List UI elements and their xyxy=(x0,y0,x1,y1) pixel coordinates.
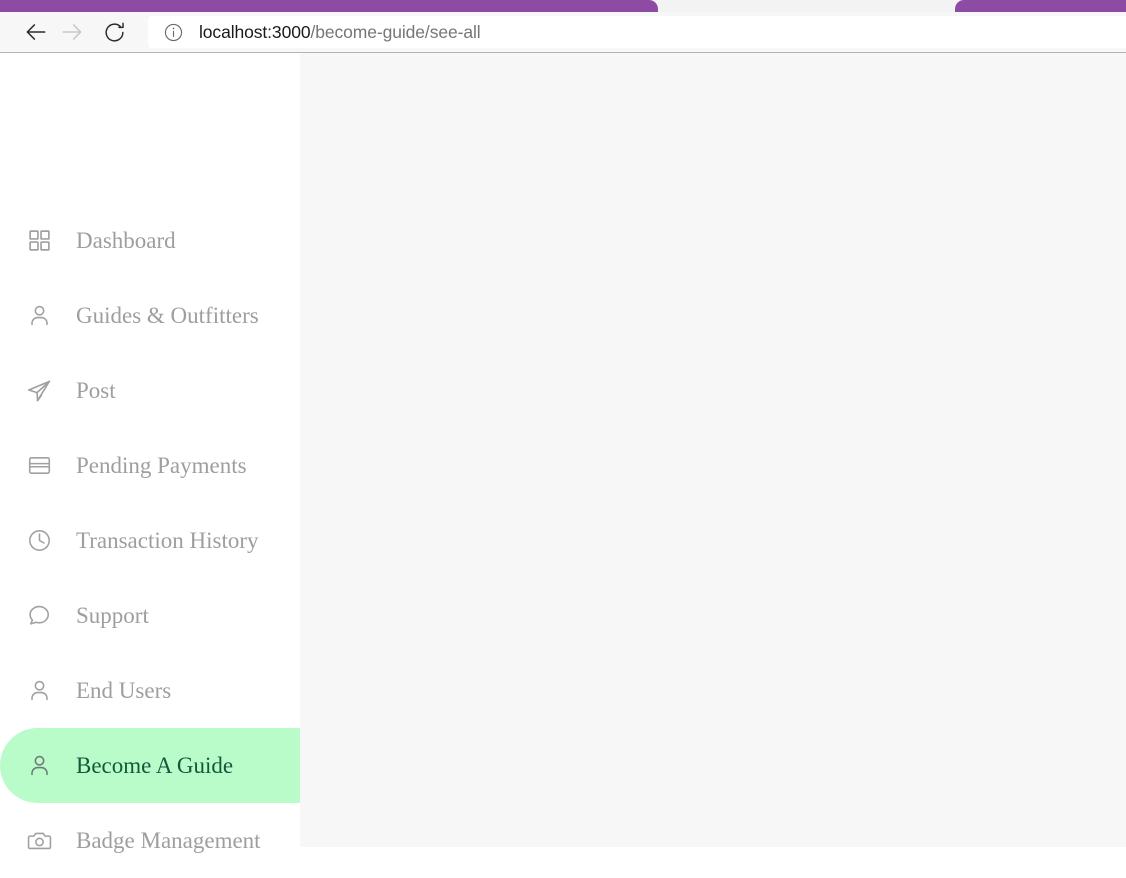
address-bar[interactable]: localhost:3000/become-guide/see-all xyxy=(148,16,1126,48)
reload-button[interactable] xyxy=(96,14,132,50)
sidebar-item-badge-management[interactable]: Badge Management xyxy=(0,803,300,878)
sidebar-item-transaction-history[interactable]: Transaction History xyxy=(0,503,300,578)
send-icon xyxy=(24,376,54,406)
sidebar-item-post[interactable]: Post xyxy=(0,353,300,428)
browser-toolbar: localhost:3000/become-guide/see-all xyxy=(0,12,1126,53)
main-content-area xyxy=(300,53,1126,847)
sidebar-item-label: Transaction History xyxy=(76,528,259,553)
user-icon xyxy=(24,751,54,781)
sidebar-item-guides-outfitters[interactable]: Guides & Outfitters xyxy=(0,278,300,353)
browser-tab-strip xyxy=(0,0,1126,12)
sidebar-item-end-users[interactable]: End Users xyxy=(0,653,300,728)
sidebar-item-label: Post xyxy=(76,378,116,403)
sidebar-item-label: Guides & Outfitters xyxy=(76,303,259,328)
camera-icon xyxy=(24,826,54,856)
sidebar-item-label: Badge Management xyxy=(76,828,261,853)
info-circle-icon[interactable] xyxy=(160,19,186,45)
sidebar-item-label: Support xyxy=(76,603,149,628)
reload-icon xyxy=(102,20,127,45)
user-icon xyxy=(24,301,54,331)
grid-icon xyxy=(24,226,54,256)
address-bar-host: localhost:3000 xyxy=(199,21,311,42)
credit-card-icon xyxy=(24,451,54,481)
arrow-left-icon xyxy=(23,19,49,45)
sidebar-item-label: Become A Guide xyxy=(76,753,234,778)
sidebar: Dashboard Guides & Outfitters Post Pendi… xyxy=(0,53,300,852)
sidebar-item-pending-payments[interactable]: Pending Payments xyxy=(0,428,300,503)
chat-bubble-icon xyxy=(24,601,54,631)
sidebar-item-label: Pending Payments xyxy=(76,453,247,478)
back-button[interactable] xyxy=(18,14,54,50)
forward-button xyxy=(54,14,90,50)
app-body: Dashboard Guides & Outfitters Post Pendi… xyxy=(0,53,1126,852)
sidebar-item-label: Dashboard xyxy=(76,228,176,253)
browser-window: localhost:3000/become-guide/see-all Dash… xyxy=(0,0,1126,852)
browser-tab-2[interactable] xyxy=(955,0,1126,12)
clock-icon xyxy=(24,526,54,556)
address-bar-url[interactable]: localhost:3000/become-guide/see-all xyxy=(199,22,481,43)
sidebar-item-support[interactable]: Support xyxy=(0,578,300,653)
sidebar-item-label: End Users xyxy=(76,678,172,703)
sidebar-item-become-a-guide[interactable]: Become A Guide xyxy=(0,728,300,803)
address-bar-path: /become-guide/see-all xyxy=(310,21,481,42)
browser-tab-1[interactable] xyxy=(0,0,658,12)
sidebar-item-dashboard[interactable]: Dashboard xyxy=(0,203,300,278)
user-icon xyxy=(24,676,54,706)
arrow-right-icon xyxy=(59,19,85,45)
